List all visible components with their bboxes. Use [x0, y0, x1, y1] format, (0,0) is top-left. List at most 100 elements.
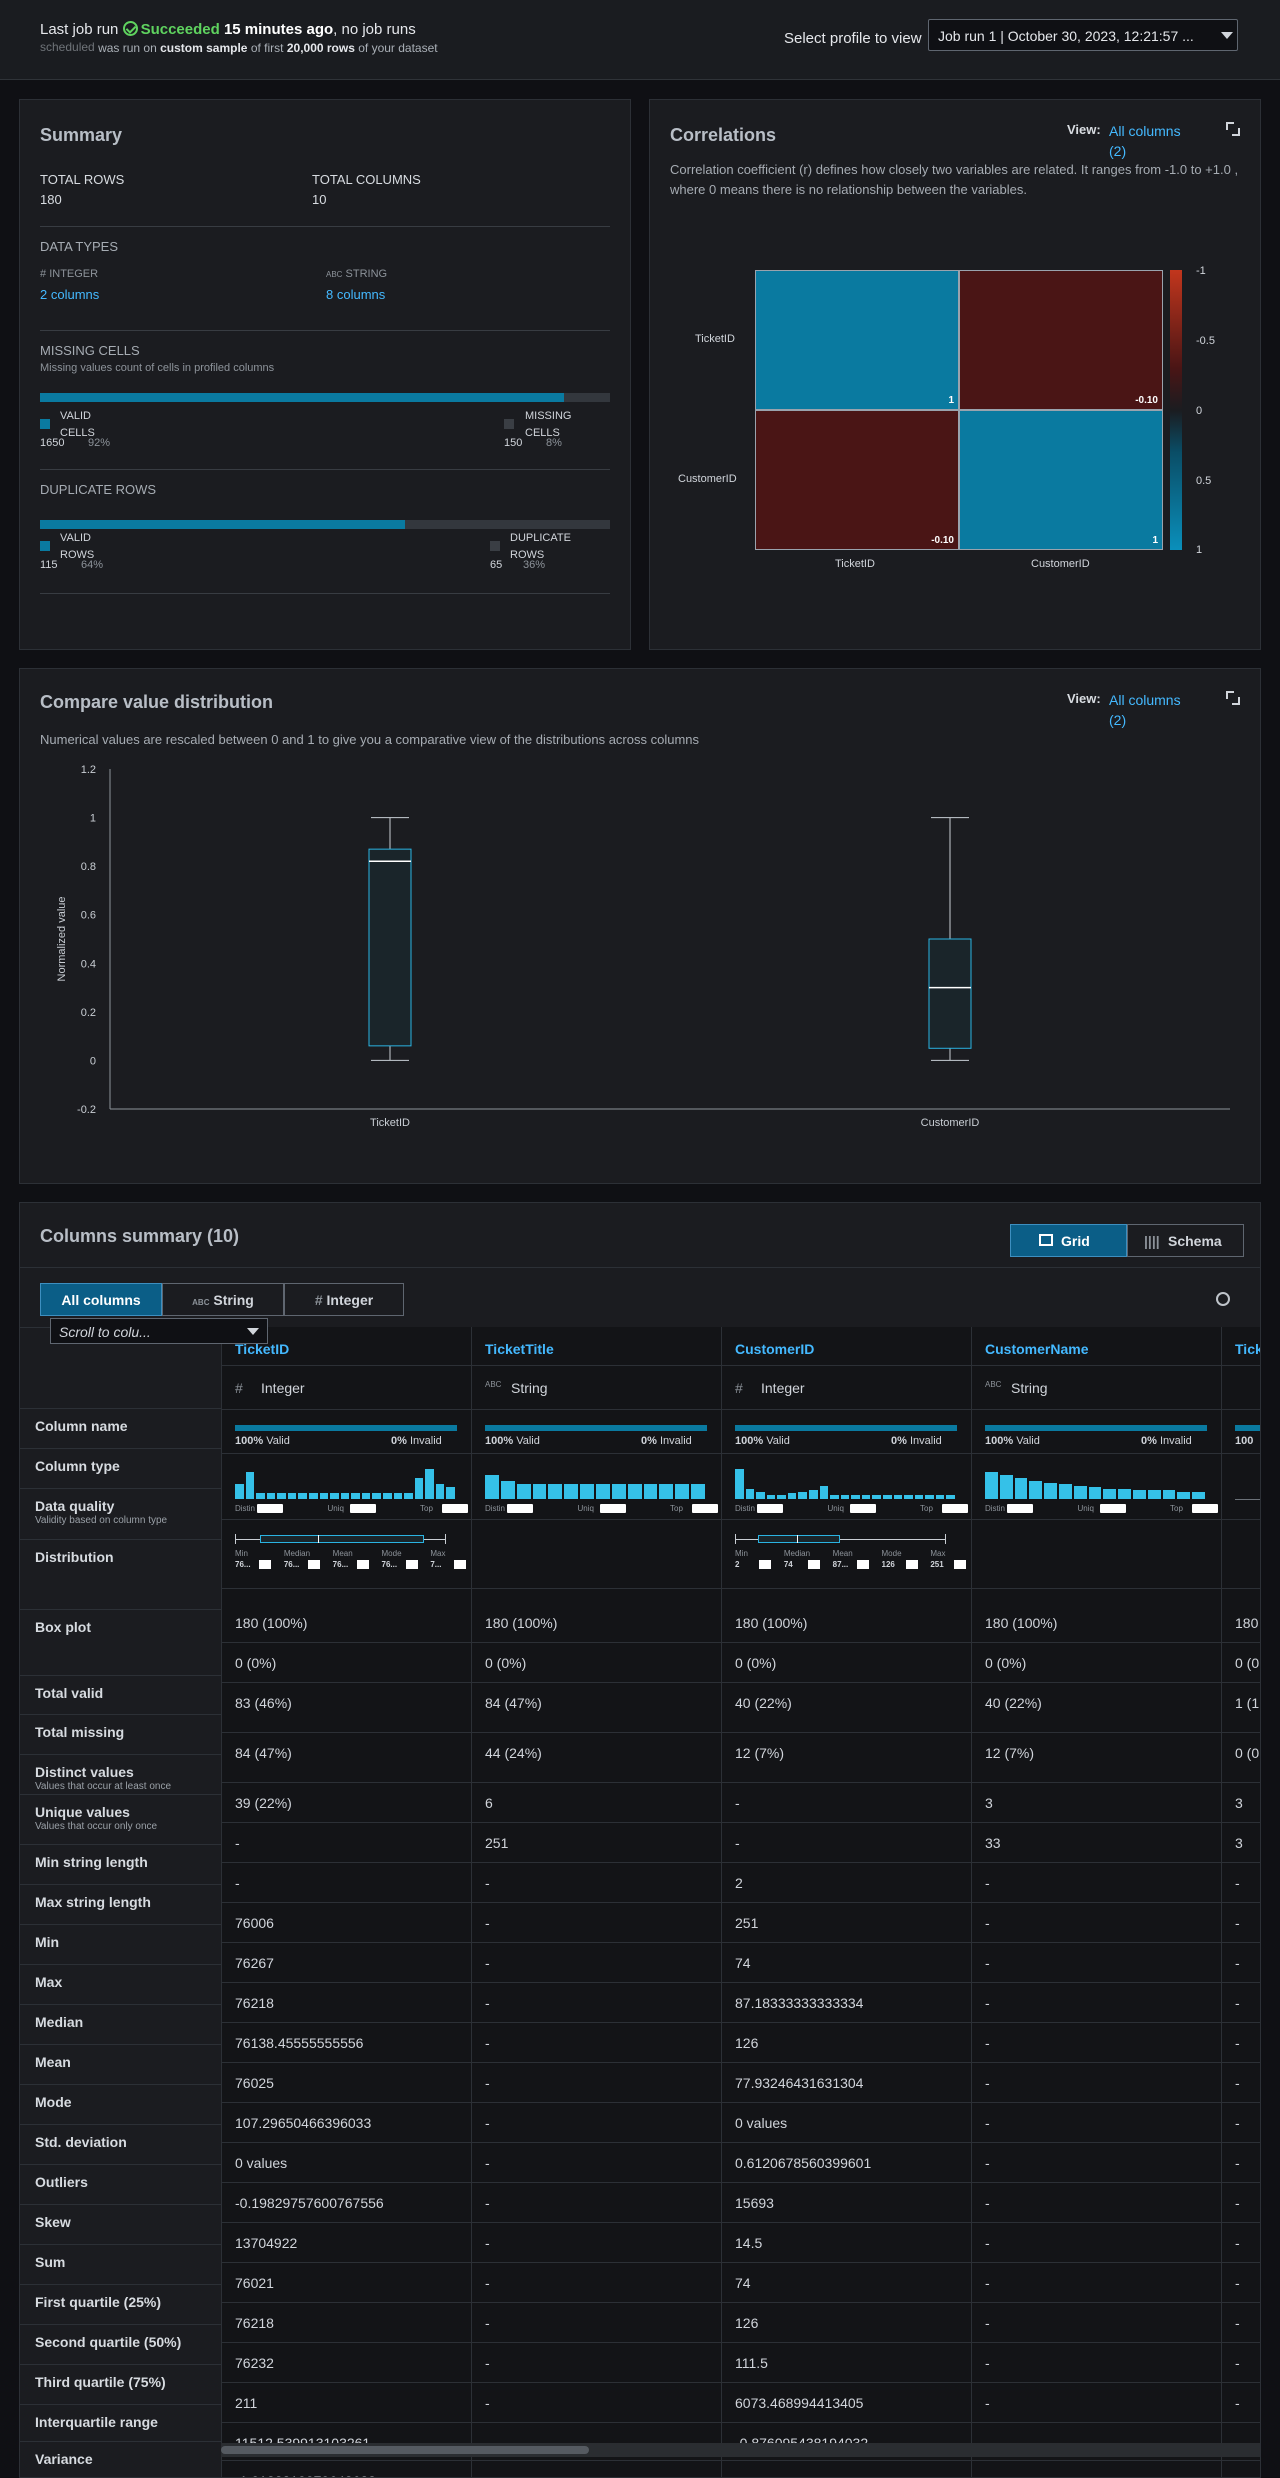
cell-value: - — [1235, 2473, 1260, 2477]
cell-value: - — [985, 1955, 990, 1971]
histogram-arrows — [599, 1504, 626, 1513]
cell-value: 76218 — [235, 2315, 274, 2331]
scroll-to-column-select[interactable]: Scroll to colu... — [50, 1318, 268, 1344]
view-columns-link[interactable]: All columns (2) — [1109, 121, 1189, 161]
scale-tick: 1 — [1196, 544, 1203, 556]
column-header-link[interactable]: CustomerName — [985, 1341, 1088, 1357]
histogram-arrows — [942, 1504, 968, 1513]
string-columns-link[interactable]: 8 columns — [326, 287, 385, 302]
histogram-arrows — [692, 1504, 718, 1513]
cell-value: - — [1235, 2355, 1240, 2371]
column-header-link[interactable]: TicketTitle — [485, 1341, 554, 1357]
duplicate-rows-pct: 36% — [523, 559, 546, 571]
corr-cell-ticketid-customerid[interactable]: -0.10 — [959, 270, 1163, 410]
row-label: Unique values Values that occur only once — [35, 1804, 158, 1832]
cell-value: 39 (22%) — [235, 1795, 292, 1811]
cell-value: - — [985, 1875, 990, 1891]
cell-value: - — [485, 2115, 490, 2131]
schema-view-button[interactable]: |||| Schema — [1127, 1224, 1244, 1257]
cell-value: 0 (0%) — [735, 1655, 777, 1671]
row-sublabel: Values that occur at least once — [35, 1781, 172, 1792]
cell-value: - — [485, 2395, 490, 2411]
histogram-bar — [1088, 1487, 1102, 1499]
job-suffix: , no job runs — [333, 21, 416, 38]
histogram-bar — [766, 1494, 776, 1499]
column-type-icon: ABC — [985, 1380, 1002, 1389]
cell-value: 76267 — [235, 1955, 274, 1971]
scale-tick: 0.5 — [1196, 475, 1212, 487]
row-divider — [20, 1675, 221, 1676]
histogram-bar — [611, 1484, 626, 1499]
tab-all-columns[interactable]: All columns — [40, 1283, 162, 1316]
box-stat-arrows — [259, 1560, 271, 1569]
histogram-arrows — [1099, 1504, 1126, 1513]
row-label: Total valid — [35, 1685, 104, 1701]
profile-select[interactable]: Job run 1 | October 30, 2023, 12:21:57 .… — [928, 19, 1238, 51]
row-sublabel: Values that occur only once — [35, 1821, 158, 1832]
row-divider — [20, 2244, 221, 2245]
histogram-bar — [372, 1493, 381, 1499]
box-max-cap — [945, 1534, 946, 1544]
valid-cells-count: 1650 — [40, 437, 65, 449]
expand-icon[interactable] — [1226, 122, 1240, 136]
settings-gear-icon[interactable] — [1216, 1292, 1230, 1306]
cell-value: 180 (100%) — [485, 1615, 558, 1631]
histogram-label: Distin — [985, 1504, 1006, 1513]
tab-integer[interactable]: # Integer — [284, 1283, 404, 1316]
box-stat-label: Median — [783, 1549, 811, 1558]
schema-icon: |||| — [1144, 1233, 1160, 1249]
grid-view-button[interactable]: Grid — [1010, 1224, 1127, 1257]
row-divider — [20, 2164, 221, 2165]
row-label: Min string length — [35, 1854, 148, 1870]
row-label: Distribution — [35, 1549, 114, 1565]
corr-cell-ticketid-ticketid[interactable]: 1 — [755, 270, 959, 410]
cell-value: - — [485, 2355, 490, 2371]
histogram-arrows — [1192, 1504, 1218, 1513]
row-divider — [20, 1964, 221, 1965]
histogram-bar — [516, 1484, 531, 1499]
corr-row-label: CustomerID — [678, 473, 737, 485]
corr-cell-customerid-ticketid[interactable]: -0.10 — [755, 410, 959, 550]
tab-string-label: String — [213, 1292, 254, 1308]
corr-cell-customerid-customerid[interactable]: 1 — [959, 410, 1163, 550]
column-header-link[interactable]: CustomerID — [735, 1341, 814, 1357]
row-divider — [221, 1902, 1260, 1903]
row-divider — [20, 1844, 221, 1845]
valid-text: 100% Valid — [735, 1435, 790, 1447]
histogram-bar — [393, 1493, 403, 1499]
columns-summary-panel: Columns summary (10) Grid |||| Schema Ti… — [19, 1202, 1261, 2478]
row-divider — [221, 2182, 1260, 2183]
tab-string[interactable]: ABC String — [162, 1283, 284, 1316]
row-label: Sum — [35, 2254, 66, 2270]
histogram-bar — [904, 1494, 913, 1499]
row-divider — [20, 2084, 221, 2085]
column-header-link[interactable]: Tick — [1235, 1341, 1260, 1357]
expand-icon[interactable] — [1226, 691, 1240, 705]
row-label: Outliers — [35, 2174, 88, 2190]
job-status: Succeeded — [140, 21, 220, 38]
profile-select-label: Select profile to view — [784, 30, 922, 47]
cell-value: 2 — [735, 1875, 743, 1891]
histogram-bar — [361, 1493, 371, 1499]
box-stat-arrows — [454, 1560, 467, 1569]
scrollbar-thumb[interactable] — [221, 2446, 589, 2454]
cell-value: 180 (100%) — [735, 1615, 808, 1631]
row-divider — [20, 2004, 221, 2005]
histogram-label: Uniq — [327, 1504, 344, 1513]
row-divider — [20, 1488, 221, 1489]
cell-value: - — [1235, 2235, 1240, 2251]
cell-value: - — [735, 1795, 740, 1811]
cell-value: - — [1235, 2115, 1240, 2131]
y-tick-label: 1.2 — [81, 764, 96, 776]
cell-value: - — [1235, 2315, 1240, 2331]
integer-columns-link[interactable]: 2 columns — [40, 287, 99, 302]
row-label: Box plot — [35, 1619, 91, 1635]
histogram-arrows — [507, 1504, 533, 1513]
y-axis-label: Normalized value — [56, 897, 68, 982]
histogram-arrows — [849, 1504, 876, 1513]
histogram-bar — [999, 1475, 1013, 1499]
horizontal-scrollbar[interactable] — [221, 2443, 1260, 2457]
total-rows-value: 180 — [40, 192, 62, 207]
view-columns-link[interactable]: All columns (2) — [1109, 690, 1189, 730]
compare-title: Compare value distribution — [40, 692, 274, 712]
